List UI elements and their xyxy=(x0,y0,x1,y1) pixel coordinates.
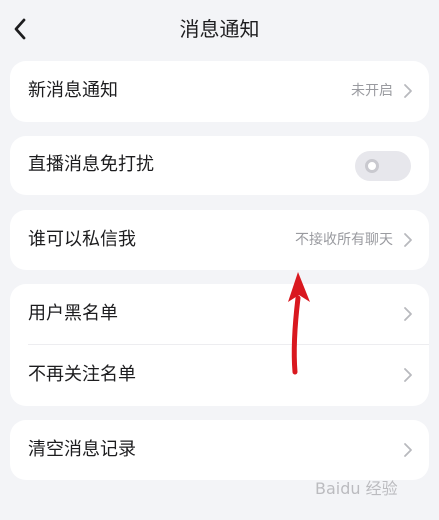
clear-history-row[interactable]: 清空消息记录 xyxy=(10,420,429,480)
who-can-message-card: 谁可以私信我 不接收所有聊天 xyxy=(10,210,429,270)
new-message-notice-row[interactable]: 新消息通知 未开启 xyxy=(10,61,429,122)
toggle-knob xyxy=(365,159,379,173)
watermark-text: Baidu 经验 xyxy=(315,479,398,498)
chevron-right-icon xyxy=(404,233,412,247)
chevron-right-icon xyxy=(404,307,412,321)
page-title: 消息通知 xyxy=(179,17,260,41)
chevron-right-icon xyxy=(404,368,412,382)
unfollow-list-label: 不再关注名单 xyxy=(28,364,136,385)
who-can-message-label: 谁可以私信我 xyxy=(28,229,136,250)
chevron-right-icon xyxy=(404,84,412,98)
clear-history-card: 清空消息记录 xyxy=(10,420,429,480)
who-can-message-value: 不接收所有聊天 xyxy=(295,232,393,248)
clear-history-label: 清空消息记录 xyxy=(28,439,136,460)
user-lists-card: 用户黑名单 不再关注名单 xyxy=(10,284,429,406)
chevron-right-icon xyxy=(404,443,412,457)
new-message-notice-value: 未开启 xyxy=(351,83,393,99)
blacklist-row[interactable]: 用户黑名单 xyxy=(10,284,429,345)
navigation-bar: 消息通知 xyxy=(0,0,439,56)
live-dnd-label: 直播消息免打扰 xyxy=(28,154,154,175)
red-arrow-icon xyxy=(288,272,310,375)
baidu-jingyan-watermark: Baidu 经验 xyxy=(315,479,398,498)
blacklist-label: 用户黑名单 xyxy=(28,303,118,324)
live-dnd-row: 直播消息免打扰 xyxy=(10,136,429,195)
unfollow-list-row[interactable]: 不再关注名单 xyxy=(10,345,429,406)
new-message-notice-card: 新消息通知 未开启 xyxy=(10,61,429,122)
live-dnd-card: 直播消息免打扰 xyxy=(10,136,429,195)
who-can-message-row[interactable]: 谁可以私信我 不接收所有聊天 xyxy=(10,210,429,270)
live-dnd-toggle[interactable] xyxy=(355,151,411,181)
new-message-notice-label: 新消息通知 xyxy=(28,80,118,101)
